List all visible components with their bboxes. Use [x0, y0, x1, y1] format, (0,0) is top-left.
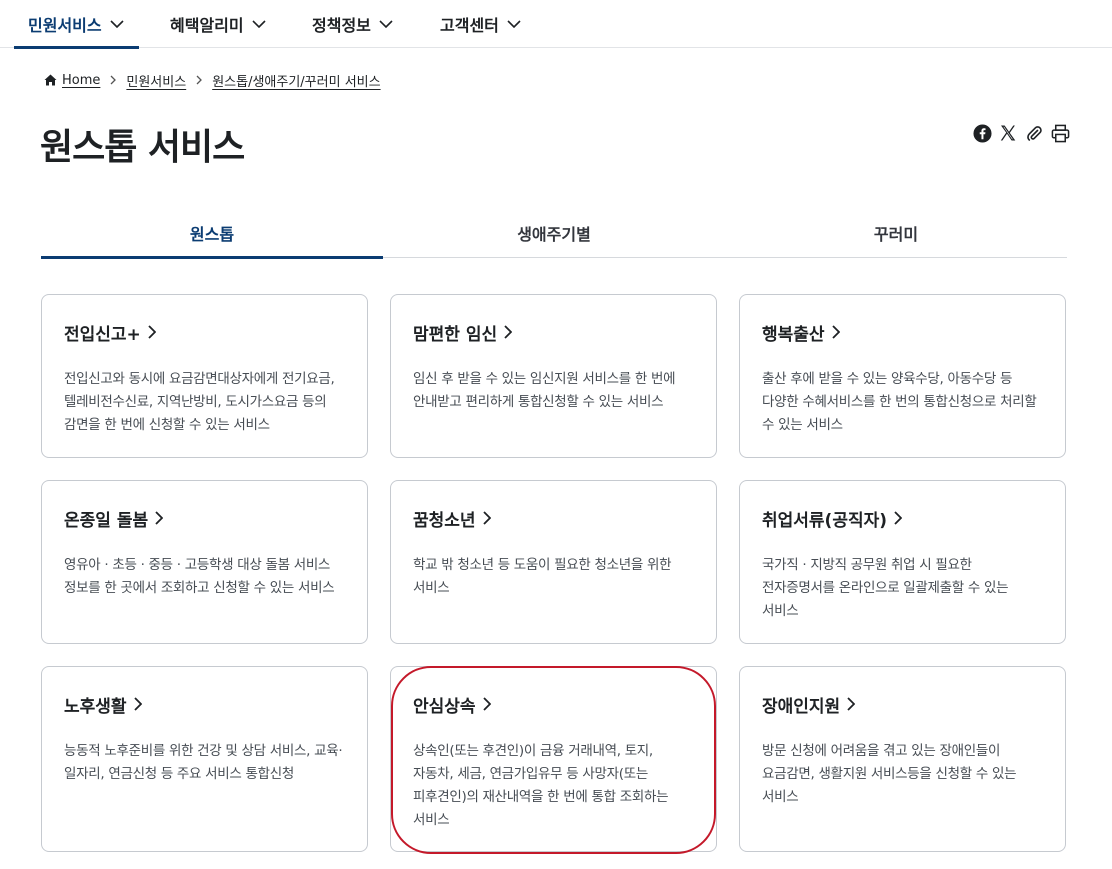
card-description: 능동적 노후준비를 위한 건강 및 상담 서비스, 교육·일자리, 연금신청 등… — [64, 743, 343, 782]
tab-onestop[interactable]: 원스톱 — [41, 208, 383, 259]
nav-item-label: 고객센터 — [440, 16, 499, 35]
card-title-text: 행복출산 — [762, 324, 825, 345]
card-description: 상속인(또는 후견인)이 금융 거래내역, 토지, 자동차, 세금, 연금가입유… — [413, 743, 669, 828]
print-icon[interactable] — [1050, 123, 1070, 143]
breadcrumb: Home 민원서비스 원스톱/생애주기/꾸러미 서비스 — [44, 70, 381, 90]
nav-item-customer-center[interactable]: 고객센터 — [440, 0, 521, 48]
card-title-text: 꿈청소년 — [413, 510, 476, 531]
service-card-daycare[interactable]: 온종일 돌봄 영유아 · 초등 · 중등 · 고등학생 대상 돌봄 서비스 정보… — [41, 480, 368, 644]
breadcrumb-home[interactable]: Home — [62, 73, 100, 88]
card-title-text: 맘편한 임신 — [413, 324, 498, 345]
card-title: 온종일 돌봄 — [64, 507, 345, 531]
card-description: 국가직 · 지방직 공무원 취업 시 필요한 전자증명서를 온라인으로 일괄제출… — [762, 557, 1009, 619]
card-title: 장애인지원 — [762, 693, 1043, 717]
card-title: 전입신고+ — [64, 321, 345, 345]
card-title-text: 장애인지원 — [762, 696, 841, 717]
tab-bar: 원스톱 생애주기별 꾸러미 — [41, 208, 1067, 259]
breadcrumb-civil-services[interactable]: 민원서비스 — [126, 71, 186, 90]
nav-item-label: 정책정보 — [312, 16, 371, 35]
service-card-move-in[interactable]: 전입신고+ 전입신고와 동시에 요금감면대상자에게 전기요금, 텔레비전수신료,… — [41, 294, 368, 458]
card-description: 출산 후에 받을 수 있는 양육수당, 아동수당 등 다양한 수혜서비스를 한 … — [762, 371, 1037, 433]
chevron-right-icon — [482, 697, 491, 711]
chevron-right-icon — [196, 75, 203, 85]
facebook-icon[interactable] — [972, 123, 992, 143]
card-title: 행복출산 — [762, 321, 1043, 345]
service-card-disability-support[interactable]: 장애인지원 방문 신청에 어려움을 겪고 있는 장애인들이 요금감면, 생활지원… — [739, 666, 1066, 852]
nav-item-policy-info[interactable]: 정책정보 — [312, 0, 393, 48]
breadcrumb-current[interactable]: 원스톱/생애주기/꾸러미 서비스 — [212, 71, 380, 90]
card-title: 맘편한 임신 — [413, 321, 694, 345]
service-card-youth[interactable]: 꿈청소년 학교 밖 청소년 등 도움이 필요한 청소년을 위한 서비스 — [390, 480, 717, 644]
chevron-right-icon — [482, 511, 491, 525]
card-title: 꿈청소년 — [413, 507, 694, 531]
card-title-text: 취업서류(공직자) — [762, 510, 888, 531]
chevron-down-icon — [379, 20, 393, 28]
chevron-down-icon — [110, 20, 124, 28]
card-description: 전입신고와 동시에 요금감면대상자에게 전기요금, 텔레비전수신료, 지역난방비… — [64, 371, 335, 433]
card-title: 취업서류(공직자) — [762, 507, 1043, 531]
chevron-right-icon — [148, 325, 156, 339]
card-title: 노후생활 — [64, 693, 345, 717]
x-icon[interactable] — [998, 123, 1018, 143]
chevron-right-icon — [110, 75, 117, 85]
card-title-text: 안심상속 — [413, 696, 476, 717]
home-icon — [44, 74, 57, 86]
service-card-retirement[interactable]: 노후생활 능동적 노후준비를 위한 건강 및 상담 서비스, 교육·일자리, 연… — [41, 666, 368, 852]
nav-item-civil-services[interactable]: 민원서비스 — [14, 0, 139, 49]
chevron-right-icon — [847, 697, 856, 711]
service-card-pregnancy[interactable]: 맘편한 임신 임신 후 받을 수 있는 임신지원 서비스를 한 번에 안내받고 … — [390, 294, 717, 458]
card-description: 학교 밖 청소년 등 도움이 필요한 청소년을 위한 서비스 — [413, 557, 672, 596]
card-description: 영유아 · 초등 · 중등 · 고등학생 대상 돌봄 서비스 정보를 한 곳에서… — [64, 557, 335, 596]
chevron-down-icon — [252, 20, 266, 28]
link-icon[interactable] — [1024, 123, 1044, 143]
tab-package[interactable]: 꾸러미 — [725, 208, 1067, 258]
share-tools — [972, 123, 1070, 143]
chevron-right-icon — [155, 511, 164, 525]
service-card-employment-docs[interactable]: 취업서류(공직자) 국가직 · 지방직 공무원 취업 시 필요한 전자증명서를 … — [739, 480, 1066, 644]
card-description: 방문 신청에 어려움을 겪고 있는 장애인들이 요금감면, 생활지원 서비스등을… — [762, 743, 1017, 805]
nav-item-label: 혜택알리미 — [170, 16, 244, 35]
chevron-right-icon — [504, 325, 513, 339]
service-card-inheritance[interactable]: 안심상속 상속인(또는 후견인)이 금융 거래내역, 토지, 자동차, 세금, … — [390, 666, 717, 852]
card-title-text: 노후생활 — [64, 696, 127, 717]
chevron-down-icon — [507, 20, 521, 28]
nav-item-label: 민원서비스 — [28, 16, 102, 35]
card-title-text: 온종일 돌봄 — [64, 510, 149, 531]
chevron-right-icon — [831, 325, 840, 339]
card-title: 안심상속 — [413, 693, 694, 717]
tab-lifecycle[interactable]: 생애주기별 — [383, 208, 725, 258]
page-title: 원스톱 서비스 — [40, 127, 245, 168]
service-card-childbirth[interactable]: 행복출산 출산 후에 받을 수 있는 양육수당, 아동수당 등 다양한 수혜서비… — [739, 294, 1066, 458]
chevron-right-icon — [133, 697, 142, 711]
chevron-right-icon — [894, 511, 903, 525]
nav-item-benefit-alerts[interactable]: 혜택알리미 — [170, 0, 266, 48]
card-description: 임신 후 받을 수 있는 임신지원 서비스를 한 번에 안내받고 편리하게 통합… — [413, 371, 676, 410]
card-title-text: 전입신고+ — [64, 324, 141, 345]
top-navigation: 민원서비스 혜택알리미 정책정보 고객센터 — [0, 0, 1112, 49]
